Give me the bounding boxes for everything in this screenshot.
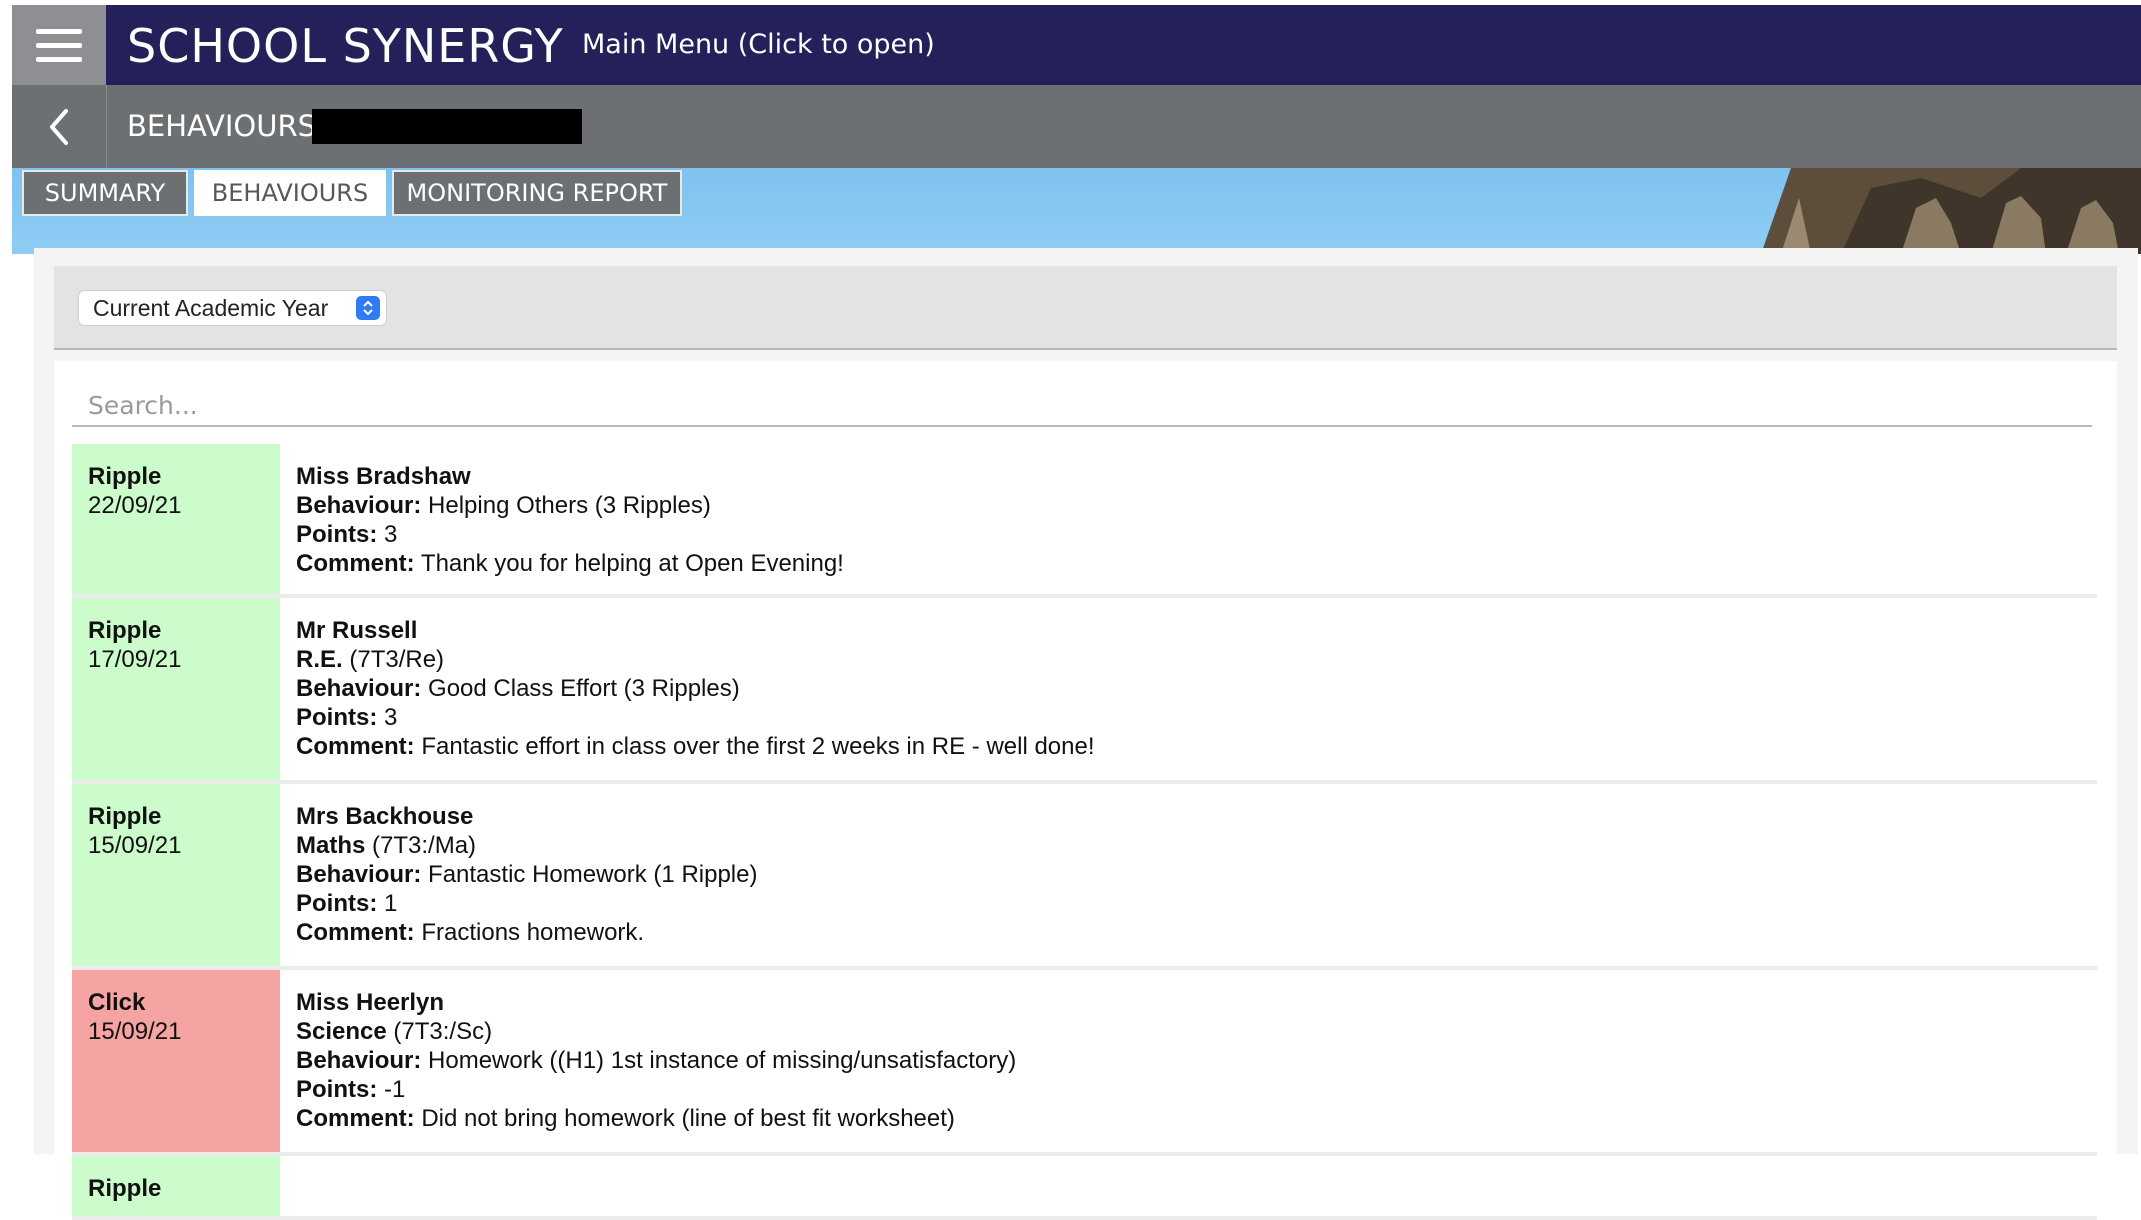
teacher-name: Miss Bradshaw xyxy=(296,463,471,490)
behaviour-value: Homework ((H1) 1st instance of missing/u… xyxy=(428,1047,1017,1074)
comment-value: Fractions homework. xyxy=(421,919,645,946)
behaviour-value: Fantastic Homework (1 Ripple) xyxy=(428,861,758,888)
list-item[interactable]: Ripple xyxy=(72,1156,2097,1220)
record-detail: Miss Bradshaw Behaviour: Helping Others … xyxy=(280,444,2097,594)
class-code: (7T3/Re) xyxy=(349,646,445,673)
record-type: Ripple xyxy=(88,463,162,490)
comment-value: Fantastic effort in class over the first… xyxy=(421,733,1095,760)
behaviour-list: Ripple 22/09/21 Miss Bradshaw Behaviour:… xyxy=(72,444,2097,1220)
points-label: Points: xyxy=(296,1076,378,1103)
record-date: 15/09/21 xyxy=(88,832,182,859)
list-item[interactable]: Ripple 15/09/21 Mrs Backhouse Maths (7T3… xyxy=(72,784,2097,970)
main-menu-button[interactable]: Main Menu (Click to open) xyxy=(582,29,935,60)
points-label: Points: xyxy=(296,521,378,548)
tab-summary[interactable]: SUMMARY xyxy=(22,170,188,216)
sub-header: BEHAVIOURS xyxy=(12,85,2141,168)
up-down-chevron-icon xyxy=(356,296,380,320)
points-value: 1 xyxy=(384,890,398,917)
record-type-cell: Ripple 22/09/21 xyxy=(72,444,280,594)
academic-year-select[interactable]: Current Academic Year xyxy=(78,290,387,326)
behaviour-value: Good Class Effort (3 Ripples) xyxy=(428,675,740,702)
record-type-cell: Ripple 15/09/21 xyxy=(72,784,280,966)
hamburger-icon[interactable] xyxy=(12,5,106,85)
comment-label: Comment: xyxy=(296,1105,415,1132)
back-button[interactable] xyxy=(12,85,107,168)
page-title: BEHAVIOURS xyxy=(127,109,317,143)
page-margin xyxy=(0,0,12,1154)
record-type: Ripple xyxy=(88,617,162,644)
list-item[interactable]: Ripple 17/09/21 Mr Russell R.E. (7T3/Re)… xyxy=(72,598,2097,784)
building-illustration xyxy=(1761,168,2141,254)
chevron-left-icon xyxy=(50,108,68,145)
tab-monitoring-report[interactable]: MONITORING REPORT xyxy=(392,170,682,216)
behaviour-label: Behaviour: xyxy=(296,1047,422,1074)
points-value: 3 xyxy=(384,521,398,548)
record-detail: Mrs Backhouse Maths (7T3:/Ma) Behaviour:… xyxy=(280,784,2097,966)
points-label: Points: xyxy=(296,890,378,917)
app-logo[interactable]: SCHOOL SYNERGY xyxy=(127,19,564,73)
search-input[interactable] xyxy=(72,385,2092,427)
list-item[interactable]: Ripple 22/09/21 Miss Bradshaw Behaviour:… xyxy=(72,444,2097,598)
record-type: Ripple xyxy=(88,803,162,830)
comment-label: Comment: xyxy=(296,733,415,760)
class-code: (7T3:/Sc) xyxy=(393,1018,493,1045)
comment-value: Did not bring homework (line of best fit… xyxy=(421,1105,955,1132)
behaviour-label: Behaviour: xyxy=(296,675,422,702)
teacher-name: Miss Heerlyn xyxy=(296,989,445,1016)
teacher-name: Mrs Backhouse xyxy=(296,803,474,830)
class-code: (7T3:/Ma) xyxy=(372,832,477,859)
record-type-cell: Ripple 17/09/21 xyxy=(72,598,280,780)
points-value: 3 xyxy=(384,704,398,731)
comment-label: Comment: xyxy=(296,919,415,946)
subject-name: R.E. xyxy=(296,646,343,673)
teacher-name: Mr Russell xyxy=(296,617,418,644)
record-date: 17/09/21 xyxy=(88,646,182,673)
record-type: Ripple xyxy=(88,1175,162,1202)
comment-label: Comment: xyxy=(296,550,415,577)
points-value: -1 xyxy=(384,1076,406,1103)
behaviour-label: Behaviour: xyxy=(296,492,422,519)
record-type-cell: Click 15/09/21 xyxy=(72,970,280,1152)
subject-name: Science xyxy=(296,1018,387,1045)
record-type: Click xyxy=(88,989,146,1016)
top-bar: SCHOOL SYNERGY Main Menu (Click to open) xyxy=(12,5,2141,85)
record-detail xyxy=(280,1156,2097,1216)
behaviour-label: Behaviour: xyxy=(296,861,422,888)
record-detail: Mr Russell R.E. (7T3/Re) Behaviour: Good… xyxy=(280,598,2097,780)
comment-value: Thank you for helping at Open Evening! xyxy=(420,550,844,577)
behaviour-value: Helping Others (3 Ripples) xyxy=(428,492,711,519)
record-date: 22/09/21 xyxy=(88,492,182,519)
tab-behaviours[interactable]: BEHAVIOURS xyxy=(194,170,386,216)
list-item[interactable]: Click 15/09/21 Miss Heerlyn Science (7T3… xyxy=(72,970,2097,1156)
academic-year-value: Current Academic Year xyxy=(93,294,329,321)
points-label: Points: xyxy=(296,704,378,731)
record-type-cell: Ripple xyxy=(72,1156,280,1216)
record-detail: Miss Heerlyn Science (7T3:/Sc) Behaviour… xyxy=(280,970,2097,1152)
record-date: 15/09/21 xyxy=(88,1018,182,1045)
redacted-name xyxy=(312,109,582,144)
subject-name: Maths xyxy=(296,832,366,859)
